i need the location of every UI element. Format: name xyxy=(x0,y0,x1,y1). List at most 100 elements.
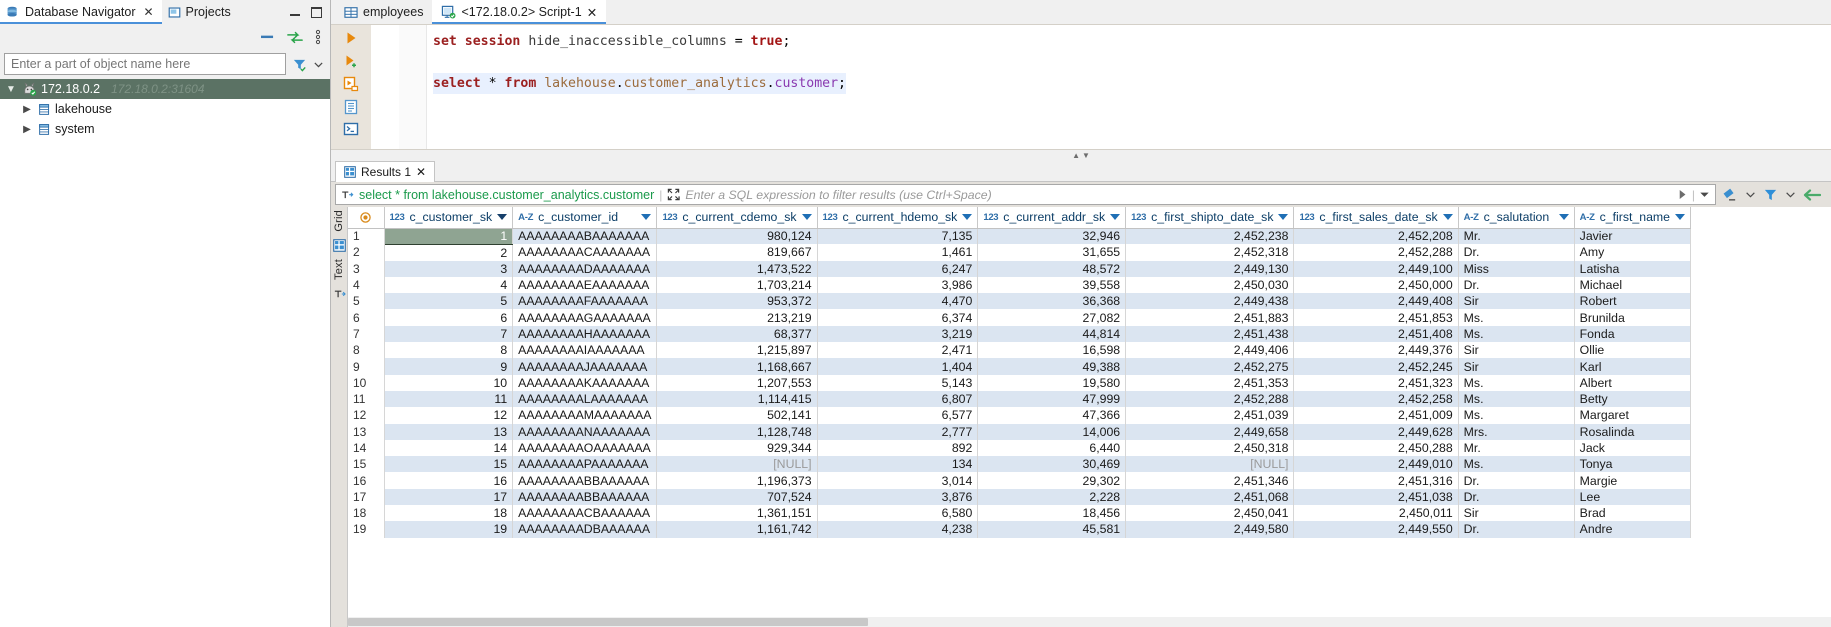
tab-employees[interactable]: employees xyxy=(335,0,432,24)
cell-c_salutation[interactable]: Ms. xyxy=(1458,456,1574,472)
column-header-c_current_hdemo_sk[interactable]: 123c_current_hdemo_sk xyxy=(817,207,978,228)
tab-database-navigator[interactable]: Database Navigator ✕ xyxy=(0,0,162,24)
row-number-cell[interactable]: 4 xyxy=(348,277,384,293)
table-row[interactable]: 66AAAAAAAAGAAAAAAA213,2196,37427,0822,45… xyxy=(348,309,1691,325)
cell-c_current_cdemo_sk[interactable]: 1,207,553 xyxy=(657,375,817,391)
cell-c_first_sales_date_sk[interactable]: 2,452,258 xyxy=(1294,391,1458,407)
cell-c_first_sales_date_sk[interactable]: 2,451,009 xyxy=(1294,407,1458,423)
cell-c_salutation[interactable]: Mrs. xyxy=(1458,424,1574,440)
value-view-icon[interactable] xyxy=(333,287,346,300)
tree-item-system[interactable]: ▶ system xyxy=(0,119,330,139)
cell-c_first_sales_date_sk[interactable]: 2,449,376 xyxy=(1294,342,1458,358)
cell-c_current_addr_sk[interactable]: 6,440 xyxy=(978,440,1126,456)
cell-c_first_shipto_date_sk[interactable]: 2,450,318 xyxy=(1126,440,1294,456)
cell-c_customer_id[interactable]: AAAAAAAAMAAAAAAA xyxy=(513,407,657,423)
cell-c_current_hdemo_sk[interactable]: 6,374 xyxy=(817,309,978,325)
cell-c_customer_id[interactable]: AAAAAAAABBAAAAAA xyxy=(513,489,657,505)
cell-c_current_hdemo_sk[interactable]: 1,404 xyxy=(817,358,978,374)
cell-c_customer_sk[interactable]: 7 xyxy=(384,326,513,342)
chevron-down-icon[interactable] xyxy=(497,214,507,220)
column-header-c_customer_sk[interactable]: 123c_customer_sk xyxy=(384,207,513,228)
cell-c_customer_id[interactable]: AAAAAAAAHAAAAAAA xyxy=(513,326,657,342)
row-number-header[interactable] xyxy=(348,207,384,228)
cell-c_customer_sk[interactable]: 19 xyxy=(384,521,513,537)
cell-c_customer_sk[interactable]: 2 xyxy=(384,244,513,260)
chevron-down-icon[interactable] xyxy=(1745,189,1756,200)
cell-c_current_addr_sk[interactable]: 14,006 xyxy=(978,424,1126,440)
cell-c_salutation[interactable]: Ms. xyxy=(1458,326,1574,342)
cell-c_current_addr_sk[interactable]: 44,814 xyxy=(978,326,1126,342)
cell-c_first_sales_date_sk[interactable]: 2,449,408 xyxy=(1294,293,1458,309)
cell-c_first_shipto_date_sk[interactable]: 2,452,318 xyxy=(1126,244,1294,260)
cell-c_current_cdemo_sk[interactable]: 1,128,748 xyxy=(657,424,817,440)
cell-c_first_name[interactable]: Javier xyxy=(1574,228,1690,244)
cell-c_customer_sk[interactable]: 18 xyxy=(384,505,513,521)
cell-c_customer_sk[interactable]: 6 xyxy=(384,309,513,325)
cell-c_first_shipto_date_sk[interactable]: 2,451,068 xyxy=(1126,489,1294,505)
cell-c_first_shipto_date_sk[interactable]: 2,450,041 xyxy=(1126,505,1294,521)
expand-icon[interactable] xyxy=(667,188,680,201)
table-row[interactable]: 1818AAAAAAAACBAAAAAA1,361,1516,58018,456… xyxy=(348,505,1691,521)
column-header-c_customer_id[interactable]: A-Zc_customer_id xyxy=(513,207,657,228)
cell-c_customer_id[interactable]: AAAAAAAALAAAAAAA xyxy=(513,391,657,407)
cell-c_first_name[interactable]: Margaret xyxy=(1574,407,1690,423)
column-header-c_salutation[interactable]: A-Zc_salutation xyxy=(1458,207,1574,228)
cell-c_first_name[interactable]: Robert xyxy=(1574,293,1690,309)
cell-c_first_sales_date_sk[interactable]: 2,449,628 xyxy=(1294,424,1458,440)
cell-c_current_addr_sk[interactable]: 48,572 xyxy=(978,261,1126,277)
table-row[interactable]: 88AAAAAAAAIAAAAAAA1,215,8972,47116,5982,… xyxy=(348,342,1691,358)
filter-icon[interactable] xyxy=(1763,187,1778,202)
cell-c_first_sales_date_sk[interactable]: 2,451,853 xyxy=(1294,309,1458,325)
row-number-cell[interactable]: 14 xyxy=(348,440,384,456)
tab-sql-script[interactable]: <172.18.0.2> Script-1 ✕ xyxy=(432,0,606,24)
cell-c_current_addr_sk[interactable]: 18,456 xyxy=(978,505,1126,521)
table-row[interactable]: 1010AAAAAAAAKAAAAAAA1,207,5535,14319,580… xyxy=(348,375,1691,391)
cell-c_first_sales_date_sk[interactable]: 2,451,408 xyxy=(1294,326,1458,342)
column-header-c_current_cdemo_sk[interactable]: 123c_current_cdemo_sk xyxy=(657,207,817,228)
tab-projects[interactable]: Projects xyxy=(162,0,239,24)
cell-c_current_hdemo_sk[interactable]: 6,577 xyxy=(817,407,978,423)
row-number-cell[interactable]: 11 xyxy=(348,391,384,407)
chevron-down-icon[interactable] xyxy=(641,214,651,220)
link-with-editor-icon[interactable] xyxy=(287,31,303,44)
cell-c_customer_sk[interactable]: 10 xyxy=(384,375,513,391)
table-row[interactable]: 1717AAAAAAAABBAAAAAA707,5243,8762,2282,4… xyxy=(348,489,1691,505)
row-number-cell[interactable]: 3 xyxy=(348,261,384,277)
collapse-all-icon[interactable] xyxy=(260,31,275,44)
cell-c_current_hdemo_sk[interactable]: 3,014 xyxy=(817,472,978,488)
row-number-cell[interactable]: 7 xyxy=(348,326,384,342)
execute-statement-icon[interactable] xyxy=(343,30,359,46)
cell-c_first_name[interactable]: Brunilda xyxy=(1574,309,1690,325)
cell-c_current_cdemo_sk[interactable]: 707,524 xyxy=(657,489,817,505)
cell-c_current_cdemo_sk[interactable]: 1,215,897 xyxy=(657,342,817,358)
cell-c_current_addr_sk[interactable]: 39,558 xyxy=(978,277,1126,293)
scrollbar-thumb[interactable] xyxy=(348,618,868,626)
sql-code-text[interactable]: set session hide_inaccessible_columns = … xyxy=(427,25,1831,149)
row-number-cell[interactable]: 16 xyxy=(348,472,384,488)
cell-c_first_name[interactable]: Tonya xyxy=(1574,456,1690,472)
cell-c_first_sales_date_sk[interactable]: 2,449,550 xyxy=(1294,521,1458,537)
cell-c_customer_sk[interactable]: 14 xyxy=(384,440,513,456)
row-number-cell[interactable]: 6 xyxy=(348,309,384,325)
cell-c_customer_id[interactable]: AAAAAAAAOAAAAAAA xyxy=(513,440,657,456)
cell-c_current_cdemo_sk[interactable]: 1,196,373 xyxy=(657,472,817,488)
table-row[interactable]: 1919AAAAAAAADBAAAAAA1,161,7424,23845,581… xyxy=(348,521,1691,537)
cell-c_customer_id[interactable]: AAAAAAAAIAAAAAAA xyxy=(513,342,657,358)
minimize-icon[interactable] xyxy=(290,7,301,18)
cell-c_customer_sk[interactable]: 9 xyxy=(384,358,513,374)
cell-c_first_shipto_date_sk[interactable]: 2,451,438 xyxy=(1126,326,1294,342)
table-row[interactable]: 1212AAAAAAAAMAAAAAAA502,1416,57747,3662,… xyxy=(348,407,1691,423)
row-number-cell[interactable]: 8 xyxy=(348,342,384,358)
cell-c_current_hdemo_sk[interactable]: 2,471 xyxy=(817,342,978,358)
column-header-c_first_sales_date_sk[interactable]: 123c_first_sales_date_sk xyxy=(1294,207,1458,228)
cell-c_customer_sk[interactable]: 13 xyxy=(384,424,513,440)
object-search-input[interactable]: Enter a part of object name here xyxy=(4,53,286,75)
cell-c_first_shipto_date_sk[interactable]: 2,452,275 xyxy=(1126,358,1294,374)
cell-c_current_addr_sk[interactable]: 49,388 xyxy=(978,358,1126,374)
cell-c_first_sales_date_sk[interactable]: 2,451,323 xyxy=(1294,375,1458,391)
cell-c_customer_sk[interactable]: 1 xyxy=(384,228,513,244)
filter-expression-input[interactable]: select * from lakehouse.customer_analyti… xyxy=(335,184,1716,205)
cell-c_customer_id[interactable]: AAAAAAAACAAAAAAA xyxy=(513,244,657,260)
results-grid-scroll[interactable]: 123c_customer_skA-Zc_customer_id123c_cur… xyxy=(348,207,1831,627)
select-all-icon[interactable] xyxy=(353,212,379,223)
